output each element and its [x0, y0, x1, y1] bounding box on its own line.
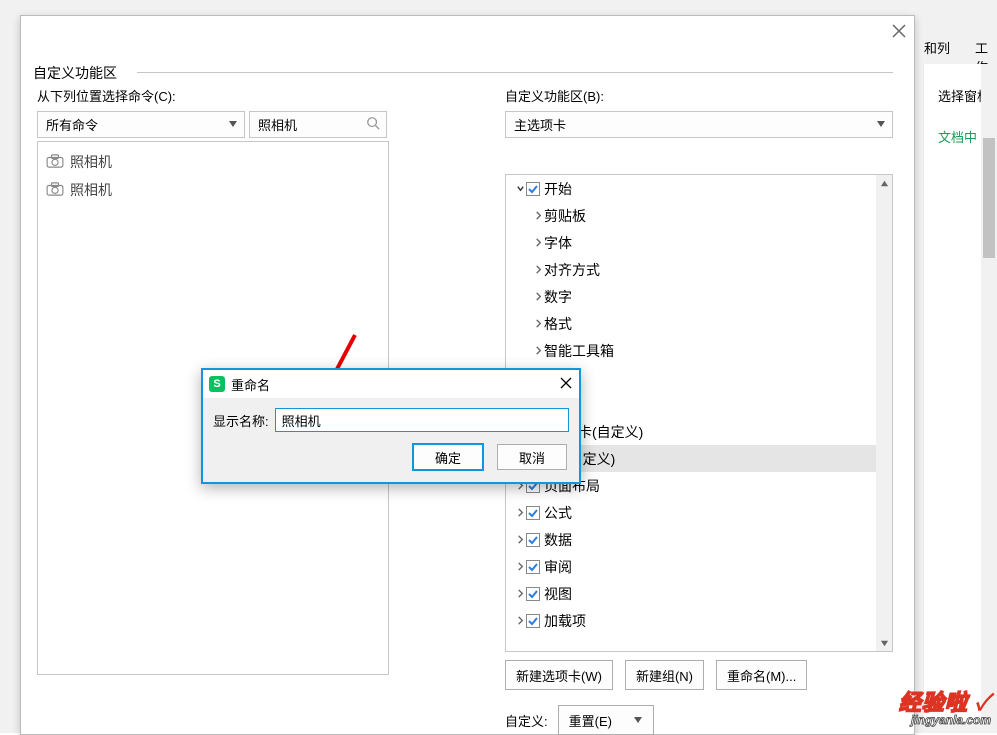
collapse-icon[interactable] — [532, 238, 544, 247]
collapse-icon[interactable] — [514, 562, 526, 571]
tree-label: 视图 — [544, 584, 572, 604]
tree-node[interactable]: 剪贴板 — [506, 202, 892, 229]
list-item-label: 照相机 — [70, 152, 112, 172]
section-divider — [137, 72, 893, 73]
customizations-label: 自定义: — [505, 711, 548, 730]
tree-scrollbar[interactable] — [876, 175, 892, 651]
ribbon-fragment-cols: 和列 — [924, 38, 950, 57]
cancel-button[interactable]: 取消 — [497, 444, 567, 470]
watermark: 经验啦 ✓ jingyanla.com — [899, 685, 991, 727]
tabs-scope-value: 主选项卡 — [514, 115, 566, 134]
list-item[interactable]: 照相机 — [42, 176, 384, 204]
tree-label: 智能工具箱 — [544, 341, 614, 361]
display-name-input[interactable] — [275, 408, 569, 432]
commands-from-label: 从下列位置选择命令(C): — [37, 86, 389, 105]
collapse-icon[interactable] — [532, 211, 544, 220]
check-icon: ✓ — [975, 690, 991, 715]
tree-node[interactable]: 审阅 — [506, 553, 892, 580]
rename-dialog: S 重命名 显示名称: 确定 取消 — [201, 368, 581, 484]
close-icon[interactable] — [559, 376, 573, 393]
tree-node[interactable]: 智能工具箱 — [506, 337, 892, 364]
tree-node-start[interactable]: 开始 — [506, 175, 892, 202]
tree-node[interactable]: 公式 — [506, 499, 892, 526]
collapse-icon[interactable] — [514, 535, 526, 544]
collapse-icon[interactable] — [532, 292, 544, 301]
tree-node[interactable]: 加载项 — [506, 607, 892, 634]
new-group-button[interactable]: 新建组(N) — [625, 660, 704, 690]
close-button[interactable] — [890, 22, 908, 40]
tree-node[interactable]: 字体 — [506, 229, 892, 256]
tree-label: 加载项 — [544, 611, 586, 631]
collapse-icon[interactable] — [532, 265, 544, 274]
collapse-icon[interactable] — [514, 589, 526, 598]
watermark-text: 经验啦 — [899, 690, 968, 715]
tree-label: 剪贴板 — [544, 206, 586, 226]
list-item-label: 照相机 — [70, 180, 112, 200]
ok-button[interactable]: 确定 — [413, 444, 483, 470]
collapse-icon[interactable] — [514, 508, 526, 517]
tree-label: 审阅 — [544, 557, 572, 577]
expand-icon[interactable] — [514, 184, 526, 193]
commands-source-value: 所有命令 — [46, 115, 98, 134]
tree-node[interactable]: 对齐方式 — [506, 256, 892, 283]
customizations-row: 自定义: 重置(E) — [505, 705, 654, 735]
tree-action-buttons: 新建选项卡(W) 新建组(N) 重命名(M)... — [505, 660, 893, 690]
task-pane: 选择窗格 文档中 — [923, 64, 997, 724]
section-title: 自定义功能区 — [33, 63, 119, 83]
chevron-down-icon — [228, 117, 238, 132]
rename-title-text: 重命名 — [231, 375, 270, 394]
camera-icon — [46, 154, 64, 171]
tabs-scope-combo[interactable]: 主选项卡 — [505, 111, 893, 138]
app-icon: S — [209, 376, 225, 392]
collapse-icon[interactable] — [532, 319, 544, 328]
checkbox[interactable] — [526, 560, 540, 574]
tree-label: 开始 — [544, 179, 572, 199]
checkbox[interactable] — [526, 182, 540, 196]
rename-button[interactable]: 重命名(M)... — [716, 660, 807, 690]
tree-label: 数字 — [544, 287, 572, 307]
tree-node[interactable]: 格式 — [506, 310, 892, 337]
scroll-down-icon[interactable] — [876, 635, 892, 651]
tree-label: 公式 — [544, 503, 572, 523]
commands-source-combo[interactable]: 所有命令 — [37, 111, 245, 138]
display-name-label: 显示名称: — [213, 411, 269, 430]
search-icon — [366, 116, 380, 133]
new-tab-button[interactable]: 新建选项卡(W) — [505, 660, 613, 690]
tree-node[interactable]: 视图 — [506, 580, 892, 607]
rename-titlebar[interactable]: S 重命名 — [203, 370, 579, 398]
checkbox[interactable] — [526, 506, 540, 520]
collapse-icon[interactable] — [514, 616, 526, 625]
checkbox[interactable] — [526, 533, 540, 547]
checkbox[interactable] — [526, 614, 540, 628]
search-value: 照相机 — [258, 115, 297, 134]
customize-ribbon-label: 自定义功能区(B): — [505, 86, 893, 105]
chevron-down-icon — [633, 713, 643, 728]
scroll-up-icon[interactable] — [876, 175, 892, 191]
tree-node[interactable]: 数据 — [506, 526, 892, 553]
app-background: 和列 工作 选择窗格 文档中 自定义功能区 从下列位置选择命令(C): 所有命令… — [0, 0, 997, 733]
tree-label: 格式 — [544, 314, 572, 334]
camera-icon — [46, 182, 64, 199]
tree-label: 字体 — [544, 233, 572, 253]
reset-label: 重置(E) — [569, 711, 612, 730]
checkbox[interactable] — [526, 587, 540, 601]
task-pane-scrollbar[interactable] — [981, 64, 997, 724]
reset-dropdown[interactable]: 重置(E) — [558, 705, 654, 735]
watermark-url: jingyanla.com — [899, 713, 991, 727]
commands-search-input[interactable]: 照相机 — [249, 111, 387, 138]
chevron-down-icon — [876, 117, 886, 132]
collapse-icon[interactable] — [532, 346, 544, 355]
tree-label: 数据 — [544, 530, 572, 550]
tree-node[interactable]: 数字 — [506, 283, 892, 310]
task-pane-scroll-thumb[interactable] — [983, 138, 995, 258]
tree-label: 对齐方式 — [544, 260, 600, 280]
list-item[interactable]: 照相机 — [42, 148, 384, 176]
